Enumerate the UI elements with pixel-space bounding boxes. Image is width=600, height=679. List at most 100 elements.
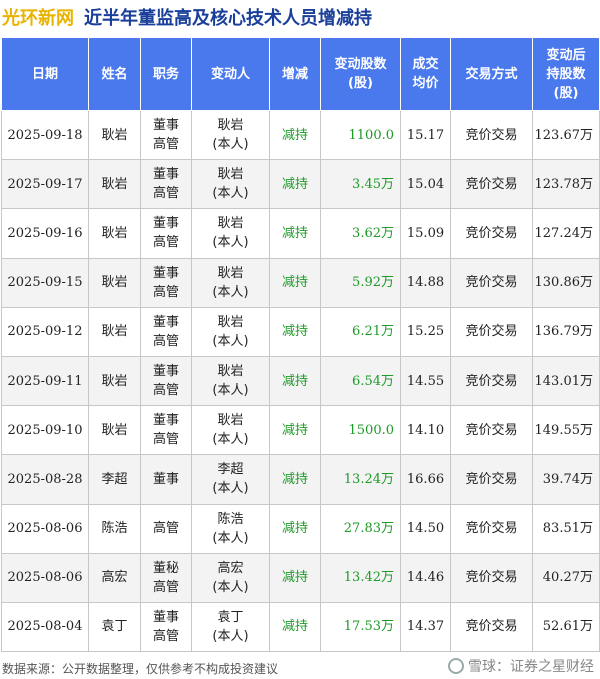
table-cell: 耿岩 bbox=[88, 257, 141, 308]
table-cell: 耿岩 (本人) bbox=[191, 405, 270, 456]
table-cell: 竞价交易 bbox=[450, 454, 533, 505]
table-cell: 竞价交易 bbox=[450, 355, 533, 407]
table-cell: 13.42万 bbox=[320, 552, 401, 603]
column-header: 日期 bbox=[1, 37, 89, 111]
table-cell: 2025-09-18 bbox=[1, 109, 89, 161]
table-cell: 2025-08-04 bbox=[1, 601, 89, 653]
table-cell: 136.79万 bbox=[532, 306, 600, 357]
table-cell: 竞价交易 bbox=[450, 109, 533, 161]
table-cell: 陈浩 bbox=[88, 503, 141, 554]
table-cell: 27.83万 bbox=[320, 503, 401, 554]
table-cell: 董事 高管 bbox=[140, 306, 192, 357]
table-row: 2025-08-04 袁丁 董事 高管 袁丁 (本人) 减持 17.53万 14.37 竞价交… bbox=[1, 601, 600, 653]
page-header: 光环新网 近半年董监高及核心技术人员增减持 bbox=[0, 0, 600, 34]
column-header: 变动后 持股数 (股) bbox=[532, 37, 600, 111]
table-cell: 6.54万 bbox=[320, 355, 401, 407]
table-cell: 15.09 bbox=[400, 208, 451, 259]
footer-logo: 雪球：证券之星财经 bbox=[448, 656, 594, 676]
table-cell: 52.61万 bbox=[532, 601, 600, 653]
table-cell: 2025-09-12 bbox=[1, 306, 89, 357]
table-cell: 高管 bbox=[140, 503, 192, 554]
table-cell: 竞价交易 bbox=[450, 159, 533, 210]
table-cell: 1100.0 bbox=[320, 109, 401, 161]
table-cell: 14.55 bbox=[400, 355, 451, 407]
column-header: 增减 bbox=[269, 37, 321, 111]
table-cell: 减持 bbox=[269, 601, 321, 653]
table-cell: 耿岩 (本人) bbox=[191, 208, 270, 259]
table-cell: 董事 高管 bbox=[140, 208, 192, 259]
table-cell: 减持 bbox=[269, 454, 321, 505]
table-cell: 减持 bbox=[269, 503, 321, 554]
table-cell: 董事 高管 bbox=[140, 355, 192, 407]
table-row: 2025-09-11 耿岩 董事 高管 耿岩 (本人) 减持 6.54万 14.55 竞价交易… bbox=[1, 355, 600, 407]
table-cell: 耿岩 bbox=[88, 208, 141, 259]
column-header: 姓名 bbox=[88, 37, 141, 111]
table-cell: 14.10 bbox=[400, 405, 451, 456]
table-cell: 董秘 高管 bbox=[140, 552, 192, 603]
table-cell: 2025-08-06 bbox=[1, 503, 89, 554]
table-cell: 竞价交易 bbox=[450, 257, 533, 308]
table-cell: 5.92万 bbox=[320, 257, 401, 308]
table-cell: 董事 高管 bbox=[140, 601, 192, 653]
table-cell: 减持 bbox=[269, 306, 321, 357]
table-cell: 李超 bbox=[88, 454, 141, 505]
table-row: 2025-08-28 李超 董事 李超 (本人) 减持 13.24万 16.66 竞价交易 39… bbox=[1, 454, 600, 505]
table-row: 2025-08-06 陈浩 高管 陈浩 (本人) 减持 27.83万 14.50 竞价交易 83… bbox=[1, 503, 600, 554]
table-row: 2025-09-16 耿岩 董事 高管 耿岩 (本人) 减持 3.62万 15.09 竞价交易… bbox=[1, 208, 600, 259]
table-cell: 2025-09-16 bbox=[1, 208, 89, 259]
table-cell: 减持 bbox=[269, 405, 321, 456]
table-row: 2025-09-10 耿岩 董事 高管 耿岩 (本人) 减持 1500.0 14.10 竞价交… bbox=[1, 405, 600, 456]
table-cell: 2025-09-10 bbox=[1, 405, 89, 456]
table-cell: 13.24万 bbox=[320, 454, 401, 505]
table-body: 2025-09-18 耿岩 董事 高管 耿岩 (本人) 减持 1100.0 15.17 竞价交… bbox=[1, 109, 600, 653]
table-cell: 耿岩 (本人) bbox=[191, 257, 270, 308]
table-cell: 耿岩 (本人) bbox=[191, 109, 270, 161]
table-cell: 40.27万 bbox=[532, 552, 600, 603]
table-cell: 竞价交易 bbox=[450, 601, 533, 653]
table-cell: 耿岩 bbox=[88, 355, 141, 407]
table-cell: 2025-09-11 bbox=[1, 355, 89, 407]
holdings-change-table: 日期 姓名 职务 变动人 增减 变动股数 (股) 成交 均价 交易方式 变动后 持股数 (股) … bbox=[1, 37, 600, 653]
table-cell: 3.45万 bbox=[320, 159, 401, 210]
table-cell: 15.17 bbox=[400, 109, 451, 161]
table-cell: 耿岩 bbox=[88, 109, 141, 161]
table-cell: 2025-08-06 bbox=[1, 552, 89, 603]
table-cell: 83.51万 bbox=[532, 503, 600, 554]
table-cell: 陈浩 (本人) bbox=[191, 503, 270, 554]
table-cell: 2025-08-28 bbox=[1, 454, 89, 505]
table-row: 2025-09-15 耿岩 董事 高管 耿岩 (本人) 减持 5.92万 14.88 竞价交易… bbox=[1, 257, 600, 308]
table-cell: 减持 bbox=[269, 109, 321, 161]
table-row: 2025-09-17 耿岩 董事 高管 耿岩 (本人) 减持 3.45万 15.04 竞价交易… bbox=[1, 159, 600, 210]
table-cell: 6.21万 bbox=[320, 306, 401, 357]
table-cell: 149.55万 bbox=[532, 405, 600, 456]
table-row: 2025-09-18 耿岩 董事 高管 耿岩 (本人) 减持 1100.0 15.17 竞价交… bbox=[1, 109, 600, 161]
page-title: 近半年董监高及核心技术人员增减持 bbox=[84, 8, 372, 29]
table-cell: 董事 bbox=[140, 454, 192, 505]
table-cell: 130.86万 bbox=[532, 257, 600, 308]
table-cell: 耿岩 bbox=[88, 159, 141, 210]
table-cell: 2025-09-15 bbox=[1, 257, 89, 308]
table-cell: 减持 bbox=[269, 552, 321, 603]
table-cell: 143.01万 bbox=[532, 355, 600, 407]
column-header: 职务 bbox=[140, 37, 192, 111]
table-row: 2025-08-06 高宏 董秘 高管 高宏 (本人) 减持 13.42万 14.46 竞价交… bbox=[1, 552, 600, 603]
table-cell: 李超 (本人) bbox=[191, 454, 270, 505]
table-cell: 3.62万 bbox=[320, 208, 401, 259]
table-cell: 39.74万 bbox=[532, 454, 600, 505]
table-cell: 董事 高管 bbox=[140, 109, 192, 161]
table-cell: 123.78万 bbox=[532, 159, 600, 210]
table-cell: 减持 bbox=[269, 159, 321, 210]
table-cell: 竞价交易 bbox=[450, 552, 533, 603]
table-cell: 竞价交易 bbox=[450, 306, 533, 357]
table-cell: 127.24万 bbox=[532, 208, 600, 259]
table-header-row: 日期 姓名 职务 变动人 增减 变动股数 (股) 成交 均价 交易方式 变动后 持股数 (股) bbox=[1, 37, 600, 111]
table-cell: 高宏 bbox=[88, 552, 141, 603]
table-cell: 董事 高管 bbox=[140, 257, 192, 308]
footer-logo-text: 雪球：证券之星财经 bbox=[468, 659, 594, 675]
table-cell: 竞价交易 bbox=[450, 503, 533, 554]
table-cell: 董事 高管 bbox=[140, 159, 192, 210]
table-cell: 高宏 (本人) bbox=[191, 552, 270, 603]
column-header: 变动股数 (股) bbox=[320, 37, 401, 111]
table-cell: 耿岩 bbox=[88, 306, 141, 357]
table-cell: 15.25 bbox=[400, 306, 451, 357]
